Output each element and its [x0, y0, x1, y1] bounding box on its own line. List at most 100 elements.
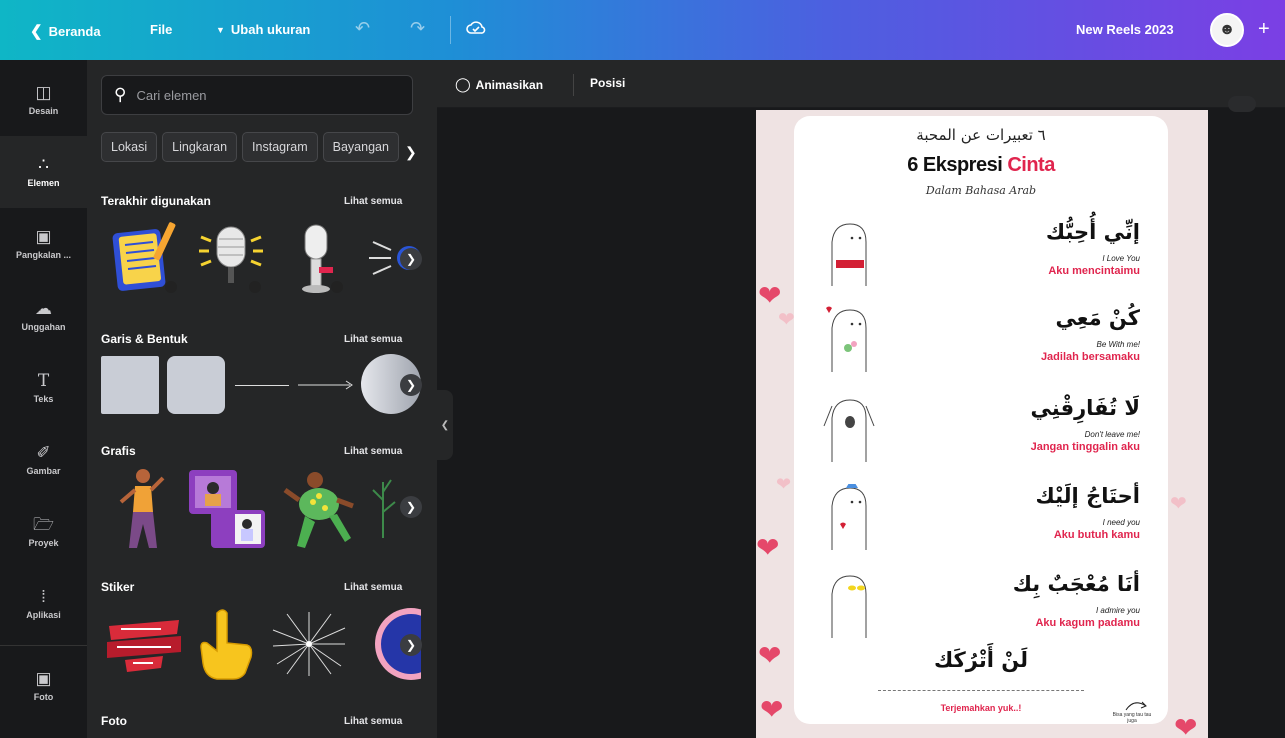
see-all-shapes-link[interactable]: Lihat semua [344, 334, 402, 345]
redo-button[interactable]: ↷ [410, 18, 425, 39]
rail-item-projects[interactable]: 🗁 Proyek [0, 496, 87, 568]
podcast-mic-sticker[interactable] [279, 216, 355, 296]
rail-item-brand[interactable]: ▣ Pangkalan ... [0, 208, 87, 280]
phrase-english: Don't leave me! [1084, 430, 1140, 439]
card-title: 6 Ekspresi Cinta [794, 154, 1168, 177]
home-button[interactable]: ❮ Beranda [30, 22, 101, 40]
collapse-panel-button[interactable]: ❮ [437, 390, 453, 460]
chevron-left-icon: ❮ [30, 23, 43, 40]
rail-item-apps[interactable]: ⁞ Aplikasi [0, 568, 87, 640]
chevron-right-icon: ❯ [405, 378, 417, 392]
rail-label: Desain [28, 106, 59, 116]
file-menu-button[interactable]: File [150, 22, 172, 37]
photo-icon: ▣ [35, 669, 52, 688]
answer-line [878, 690, 1084, 691]
phrase-arabic: أحتَاجُ إلَيْك [1035, 484, 1140, 508]
hand-pointer-sticker[interactable] [193, 606, 257, 682]
toolbar-divider [450, 16, 451, 44]
toolbar-divider [573, 74, 574, 96]
rail-item-draw[interactable]: ✐ Gambar [0, 424, 87, 496]
chip-shadow[interactable]: Bayangan [322, 132, 399, 162]
search-icon: ⚲ [114, 85, 127, 104]
filter-chips: Lokasi Lingkaran Instagram Bayangan [101, 132, 421, 162]
chevron-right-icon[interactable]: ❯ [405, 144, 417, 161]
football-player-graphic[interactable] [279, 466, 359, 552]
phrase-row: أحتَاجُ إلَيْك I need you Aku butuh kamu [794, 484, 1168, 568]
resize-button[interactable]: ▼ Ubah ukuran [216, 22, 310, 37]
scroll-right-button[interactable]: ❯ [400, 496, 422, 518]
animate-button[interactable]: ◯ Animasikan [455, 76, 543, 93]
design-page[interactable]: ❤ ❤ ❤ ❤ ❤ ❤ ❤ ❤ ٦ تعبيرات عن المحبة 6 Ek… [756, 110, 1208, 738]
arrow-icon [298, 380, 353, 390]
search-input[interactable] [136, 87, 387, 103]
search-box[interactable]: ⚲ [101, 75, 413, 115]
crown-icon: ▼ [216, 24, 225, 35]
person-icon [119, 469, 165, 548]
curved-arrow-icon [1125, 701, 1147, 711]
heart-icon: ❤ [1170, 493, 1187, 515]
section-title-stickers: Stiker [101, 580, 135, 594]
rail-label: Teks [33, 394, 54, 404]
layout-icon: ◫ [35, 83, 52, 102]
home-label: Beranda [48, 23, 101, 39]
avatar[interactable]: ☻ [1210, 13, 1244, 47]
see-all-stickers-link[interactable]: Lihat semua [344, 582, 402, 593]
see-all-recent-link[interactable]: Lihat semua [344, 196, 402, 207]
video-call-icon [189, 470, 265, 548]
heart-icon: ❤ [760, 694, 784, 725]
starburst-sticker[interactable] [271, 610, 347, 678]
share-add-button[interactable]: + [1258, 18, 1270, 41]
heart-icon: ❤ [776, 474, 792, 494]
scroll-right-button[interactable]: ❯ [400, 248, 422, 270]
doodle-flowers-icon [826, 306, 867, 372]
valentine-banner-icon [107, 620, 181, 672]
rail-item-elements[interactable]: ∴ Elemen [0, 136, 87, 208]
phrase-english: Be With me! [1096, 340, 1141, 349]
phrase-row: كُنْ مَعِي Be With me! Jadilah bersamaku [794, 306, 1168, 390]
project-title[interactable]: New Reels 2023 [1076, 22, 1174, 37]
notebook-sticker[interactable] [107, 216, 183, 296]
see-all-photos-link[interactable]: Lihat semua [344, 716, 402, 727]
cloud-upload-icon: ☁ [35, 299, 52, 318]
phrase-arabic: كُنْ مَعِي [1055, 306, 1140, 330]
rail-item-design[interactable]: ◫ Desain [0, 64, 87, 136]
happy-valentine-sticker[interactable] [105, 612, 183, 676]
chevron-right-icon: ❯ [405, 252, 417, 266]
undo-button[interactable]: ↶ [355, 18, 370, 39]
line-shape[interactable] [233, 356, 291, 414]
phrase-arabic: أنَا مُعْجَبٌ بِك [1012, 572, 1140, 596]
arrow-line-shape[interactable] [297, 356, 355, 414]
microphone-sticker[interactable] [193, 216, 269, 296]
see-all-graphics-link[interactable]: Lihat semua [344, 446, 402, 457]
rounded-square-shape[interactable] [167, 356, 225, 414]
title-accent: Cinta [1007, 154, 1055, 176]
square-shape[interactable] [101, 356, 159, 414]
page-handle[interactable] [1228, 96, 1256, 112]
plus-icon: + [1258, 18, 1270, 40]
heart-icon: ❤ [1174, 712, 1198, 738]
arabic-title: ٦ تعبيرات عن المحبة [916, 126, 1046, 144]
chip-instagram[interactable]: Instagram [242, 132, 318, 162]
top-bar: ❮ Beranda File ▼ Ubah ukuran ↶ ↷ New Ree… [0, 0, 1285, 60]
athlete-icon [283, 472, 354, 548]
redo-icon: ↷ [410, 18, 426, 38]
position-button[interactable]: Posisi [590, 76, 625, 90]
shapes-icon: ∴ [38, 155, 49, 174]
cloud-check-icon [466, 21, 486, 34]
doodle-party-hat-icon [831, 484, 867, 550]
woman-dancing-graphic[interactable] [113, 466, 169, 552]
chip-location[interactable]: Lokasi [101, 132, 158, 162]
rail-item-photos[interactable]: ▣ Foto [0, 650, 87, 722]
rail-item-uploads[interactable]: ☁ Unggahan [0, 280, 87, 352]
content-card: ٦ تعبيرات عن المحبة 6 Ekspresi Cinta Dal… [794, 116, 1168, 724]
rail-label: Pangkalan ... [15, 250, 72, 260]
section-title-shapes: Garis & Bentuk [101, 332, 188, 346]
save-status-button[interactable] [466, 18, 486, 36]
rail-label: Gambar [26, 466, 61, 476]
online-meeting-graphic[interactable] [185, 466, 271, 552]
rail-item-text[interactable]: T Teks [0, 352, 87, 424]
elements-panel: ⚲ Lokasi Lingkaran Instagram Bayangan ❯ … [87, 60, 437, 738]
chip-circle[interactable]: Lingkaran [162, 132, 238, 162]
scroll-right-button[interactable]: ❯ [400, 634, 422, 656]
scroll-right-button[interactable]: ❯ [400, 374, 422, 396]
